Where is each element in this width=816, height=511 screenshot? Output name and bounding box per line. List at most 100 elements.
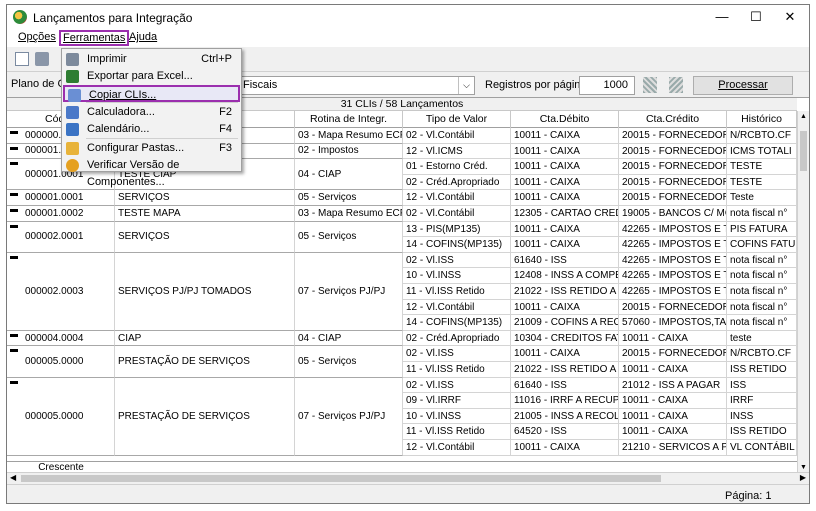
cell-cta-debito[interactable]: 10011 - CAIXA xyxy=(511,346,619,362)
cell-cta-credito[interactable]: 57060 - IMPOSTOS,TAXAS xyxy=(619,315,727,331)
maximize-button[interactable]: ☐ xyxy=(739,5,773,29)
group-descricao[interactable]: SERVIÇOS PJ/PJ TOMADOS xyxy=(115,252,295,331)
scrollbar-thumb[interactable] xyxy=(800,131,807,171)
cell-cta-debito[interactable]: 21009 - COFINS A RECOLHER xyxy=(511,315,619,331)
cell-historico[interactable]: nota fiscal n° xyxy=(727,299,797,316)
minimize-button[interactable]: — xyxy=(705,5,739,29)
cell-historico[interactable]: nota fiscal n° xyxy=(727,206,797,222)
cell-tipo-valor[interactable]: 02 - Vl.ISS xyxy=(403,377,511,394)
group-rotina[interactable]: 05 - Serviços xyxy=(295,346,403,378)
cell-cta-debito[interactable]: 10011 - CAIXA xyxy=(511,221,619,238)
cell-cta-credito[interactable]: 20015 - FORNECEDORES xyxy=(619,143,727,160)
cell-cta-credito[interactable]: 20015 - FORNECEDORES xyxy=(619,174,727,191)
cell-historico[interactable]: N/RCBTO.CF xyxy=(727,128,797,144)
cell-cta-credito[interactable]: 42265 - IMPOSTOS E TAXA xyxy=(619,268,727,284)
cell-cta-debito[interactable]: 12408 - INSS A COMPENSAR xyxy=(511,268,619,284)
menu-ajuda[interactable]: Ajuda xyxy=(127,31,159,46)
cell-cta-credito[interactable]: 20015 - FORNECEDORES xyxy=(619,299,727,316)
group-descricao[interactable]: TESTE MAPA xyxy=(115,206,295,222)
cell-cta-debito[interactable]: 10011 - CAIXA xyxy=(511,159,619,175)
cell-tipo-valor[interactable]: 12 - Vl.ICMS xyxy=(403,143,511,160)
group-descricao[interactable]: CIAP xyxy=(115,330,295,347)
cell-cta-credito[interactable]: 20015 - FORNECEDORES xyxy=(619,159,727,175)
cell-cta-debito[interactable]: 10011 - CAIXA xyxy=(511,190,619,206)
cell-cta-credito[interactable]: 42265 - IMPOSTOS E TAXA xyxy=(619,252,727,269)
cell-historico[interactable]: PIS FATURA xyxy=(727,221,797,238)
cell-tipo-valor[interactable]: 12 - Vl.Contábil xyxy=(403,190,511,206)
scroll-right-icon[interactable]: ▶ xyxy=(800,473,806,482)
header-cta-credito[interactable]: Cta.Crédito xyxy=(619,111,727,128)
cell-cta-debito[interactable]: 21005 - INSS A RECOLHER xyxy=(511,408,619,425)
cell-cta-credito[interactable]: 42265 - IMPOSTOS E TAXA xyxy=(619,237,727,253)
cell-historico[interactable]: COFINS FATU xyxy=(727,237,797,253)
menu-item-calendar[interactable]: Calendário... F4 xyxy=(63,121,240,138)
menu-item-version[interactable]: Verificar Versão de Componentes... xyxy=(63,157,240,188)
cell-historico[interactable]: nota fiscal n° xyxy=(727,315,797,331)
group-rotina[interactable]: 03 - Mapa Resumo ECF xyxy=(295,128,403,144)
menu-opcoes[interactable]: Opções xyxy=(16,31,58,46)
group-cod[interactable]: 000001.0002 xyxy=(7,206,115,222)
cell-cta-debito[interactable]: 12305 - CARTAO CREDITO xyxy=(511,206,619,222)
cell-cta-debito[interactable]: 21022 - ISS RETIDO A RECO xyxy=(511,284,619,300)
cell-historico[interactable]: N/RCBTO.CF xyxy=(727,346,797,362)
cell-historico[interactable]: IRRF xyxy=(727,393,797,409)
cell-tipo-valor[interactable]: 01 - Estorno Créd. xyxy=(403,159,511,175)
cell-cta-debito[interactable]: 10011 - CAIXA xyxy=(511,237,619,253)
scroll-down-icon[interactable]: ▼ xyxy=(800,464,807,471)
cell-cta-debito[interactable]: 10304 - CREDITOS FATURA xyxy=(511,330,619,347)
group-rotina[interactable]: 07 - Serviços PJ/PJ xyxy=(295,377,403,456)
cell-cta-debito[interactable]: 10011 - CAIXA xyxy=(511,440,619,456)
group-rotina[interactable]: 07 - Serviços PJ/PJ xyxy=(295,252,403,331)
group-rotina[interactable]: 05 - Serviços xyxy=(295,190,403,206)
cell-cta-credito[interactable]: 21012 - ISS A PAGAR xyxy=(619,377,727,394)
header-cta-debito[interactable]: Cta.Débito xyxy=(511,111,619,128)
group-cod[interactable]: 000004.0004 xyxy=(7,330,115,347)
group-descricao[interactable]: PRESTAÇÃO DE SERVIÇOS xyxy=(115,377,295,456)
group-cod[interactable]: 000005.0000 xyxy=(7,346,115,378)
scroll-up-icon[interactable]: ▲ xyxy=(800,113,807,120)
cell-historico[interactable]: nota fiscal n° xyxy=(727,268,797,284)
cell-cta-debito[interactable]: 11016 - IRRF A RECUPERAR xyxy=(511,393,619,409)
cell-historico[interactable]: ISS RETIDO xyxy=(727,424,797,440)
cell-historico[interactable]: nota fiscal n° xyxy=(727,284,797,300)
cell-historico[interactable]: TESTE xyxy=(727,159,797,175)
header-rotina[interactable]: Rotina de Integr. xyxy=(295,111,403,128)
cell-cta-debito[interactable]: 10011 - CAIXA xyxy=(511,143,619,160)
cell-cta-credito[interactable]: 42265 - IMPOSTOS E TAXA xyxy=(619,221,727,238)
cell-tipo-valor[interactable]: 02 - Créd.Apropriado xyxy=(403,330,511,347)
group-rotina[interactable]: 04 - CIAP xyxy=(295,330,403,347)
cell-tipo-valor[interactable]: 10 - Vl.INSS xyxy=(403,408,511,425)
cell-historico[interactable]: ICMS TOTALI xyxy=(727,143,797,160)
plano-select[interactable]: Fiscais ⌵ xyxy=(239,76,475,95)
cell-tipo-valor[interactable]: 13 - PIS(MP135) xyxy=(403,221,511,238)
cell-tipo-valor[interactable]: 14 - COFINS(MP135) xyxy=(403,315,511,331)
cell-historico[interactable]: teste xyxy=(727,330,797,347)
cell-tipo-valor[interactable]: 11 - Vl.ISS Retido xyxy=(403,362,511,378)
scroll-left-icon[interactable]: ◀ xyxy=(10,473,16,482)
cell-tipo-valor[interactable]: 10 - Vl.INSS xyxy=(403,268,511,284)
header-tipo-valor[interactable]: Tipo de Valor xyxy=(403,111,511,128)
cell-cta-credito[interactable]: 10011 - CAIXA xyxy=(619,408,727,425)
cell-cta-credito[interactable]: 10011 - CAIXA xyxy=(619,362,727,378)
cell-historico[interactable]: ISS xyxy=(727,377,797,394)
group-cod[interactable]: 000005.0000 xyxy=(7,377,115,456)
cell-historico[interactable]: VL CONTÁBIL xyxy=(727,440,797,456)
group-rotina[interactable]: 05 - Serviços xyxy=(295,221,403,253)
group-rotina[interactable]: 03 - Mapa Resumo ECF xyxy=(295,206,403,222)
group-descricao[interactable]: SERVIÇOS xyxy=(115,190,295,206)
group-cod[interactable]: 000002.0003 xyxy=(7,252,115,331)
menu-item-folder[interactable]: Configurar Pastas... F3 xyxy=(63,140,240,157)
chevron-down-icon[interactable]: ⌵ xyxy=(458,77,474,94)
cell-tipo-valor[interactable]: 14 - COFINS(MP135) xyxy=(403,237,511,253)
cell-cta-credito[interactable]: 20015 - FORNECEDORES xyxy=(619,190,727,206)
hscrollbar-thumb[interactable] xyxy=(21,475,661,482)
menu-item-printer[interactable]: Imprimir Ctrl+P xyxy=(63,51,240,68)
cell-cta-debito[interactable]: 10011 - CAIXA xyxy=(511,174,619,191)
menu-item-excel[interactable]: Exportar para Excel... xyxy=(63,68,240,85)
cell-tipo-valor[interactable]: 02 - Vl.ISS xyxy=(403,346,511,362)
cell-tipo-valor[interactable]: 11 - Vl.ISS Retido xyxy=(403,284,511,300)
cell-tipo-valor[interactable]: 12 - Vl.Contábil xyxy=(403,299,511,316)
cell-cta-credito[interactable]: 19005 - BANCOS C/ MOVIM xyxy=(619,206,727,222)
cell-tipo-valor[interactable]: 02 - Vl.Contábil xyxy=(403,128,511,144)
menu-item-calculator[interactable]: Calculadora... F2 xyxy=(63,104,240,121)
